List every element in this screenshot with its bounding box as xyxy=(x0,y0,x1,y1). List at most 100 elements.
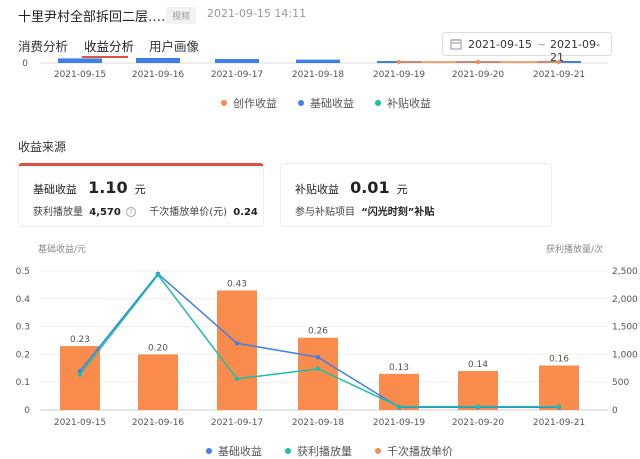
point-plays xyxy=(156,273,160,277)
legend-item-basic-revenue[interactable]: 基础收益 xyxy=(206,443,262,459)
help-icon[interactable]: ? xyxy=(126,207,136,217)
bar-rpm xyxy=(458,371,498,410)
x-tick-label: 2021-09-18 xyxy=(292,418,345,428)
point-basic-revenue xyxy=(316,355,320,359)
bar-rpm xyxy=(298,338,338,410)
basic-revenue-unit: 元 xyxy=(135,183,146,196)
tab-revenue[interactable]: 收益分析 xyxy=(84,36,134,55)
project-name: “闪光时刻”补贴 xyxy=(361,207,434,218)
publish-time: 2021-09-15 14:11 xyxy=(207,7,306,20)
content-type-tag: 视频 xyxy=(166,7,196,24)
subsidy-project-details: 参与补贴项目 “闪光时刻”补贴 xyxy=(295,203,434,218)
legend-item-plays[interactable]: 获利播放量 xyxy=(285,443,352,459)
revenue-breakdown-chart: 02021-09-152021-09-162021-09-172021-09-1… xyxy=(0,55,640,85)
x-tick-label: 2021-09-15 xyxy=(54,70,106,80)
data-label-rpm: 0.26 xyxy=(308,327,328,337)
subsidy-revenue-value: 0.01 xyxy=(350,178,389,197)
plays-value: 4,570 xyxy=(89,207,121,218)
basic-revenue-card[interactable]: 基础收益 1.10 元 获利播放量 4,570 ? 千次播放单价(元) 0.24 xyxy=(18,163,264,227)
legend-dot xyxy=(221,100,227,106)
data-label-rpm: 0.13 xyxy=(389,363,409,373)
y-right-tick-label: 500 xyxy=(612,378,629,388)
project-label: 参与补贴项目 xyxy=(295,207,355,218)
legend-label: 基础收益 xyxy=(310,97,354,110)
rpm-label: 千次播放单价(元) xyxy=(149,207,227,218)
legend-item-rpm[interactable]: 千次播放单价 xyxy=(375,443,453,459)
x-tick-label: 2021-09-15 xyxy=(54,418,106,428)
y-left-tick-label: 0.4 xyxy=(16,295,31,305)
point-plays xyxy=(397,404,401,408)
x-tick-label: 2021-09-21 xyxy=(533,418,585,428)
legend-label: 创作收益 xyxy=(233,97,277,110)
y-left-tick-label: 0.1 xyxy=(16,378,30,388)
legend-dot xyxy=(285,448,291,454)
subsidy-revenue-card[interactable]: 补贴收益 0.01 元 参与补贴项目 “闪光时刻”补贴 xyxy=(280,163,552,227)
right-axis-title: 获利播放量/次 xyxy=(546,242,603,255)
point-plays xyxy=(78,372,82,376)
point-creation xyxy=(476,60,480,64)
section-title: 收益来源 xyxy=(18,138,66,155)
legend-dot xyxy=(375,448,381,454)
legend-item-subsidy[interactable]: 补贴收益 xyxy=(375,95,431,111)
x-tick-label: 2021-09-17 xyxy=(211,70,263,80)
legend-label: 获利播放量 xyxy=(297,445,352,458)
bar-rpm xyxy=(217,290,257,410)
x-tick-label: 2021-09-17 xyxy=(211,418,263,428)
basic-revenue-chart: 0 0 0.1 500 0.2 1,000 0.3 1,500 0.4 2,000 0.5 2,500… xyxy=(0,258,640,433)
point-creation xyxy=(397,60,401,64)
legend-label: 千次播放单价 xyxy=(387,445,453,458)
point-basic-revenue xyxy=(235,341,239,345)
y-left-tick-label: 0.3 xyxy=(16,323,30,333)
point-creation xyxy=(557,60,561,64)
page-title: 十里尹村全部拆回二层……！ xyxy=(18,6,187,25)
point-plays xyxy=(235,377,239,381)
point-plays xyxy=(316,367,320,371)
basic-revenue-details: 获利播放量 4,570 ? 千次播放单价(元) 0.24 xyxy=(33,203,258,218)
legend-item-creation[interactable]: 创作收益 xyxy=(221,95,277,111)
tab-consumption[interactable]: 消费分析 xyxy=(18,36,68,55)
x-tick-label: 2021-09-16 xyxy=(132,418,185,428)
x-tick-label: 2021-09-19 xyxy=(373,418,426,428)
x-tick-label: 2021-09-16 xyxy=(132,70,185,80)
y-left-tick-label: 0.2 xyxy=(16,350,30,360)
data-label-rpm: 0.14 xyxy=(468,360,488,370)
x-tick-label: 2021-09-19 xyxy=(373,70,426,80)
date-start[interactable]: 2021-09-15 xyxy=(468,38,532,51)
date-range-picker[interactable]: 2021-09-15 ~ 2021-09-21 xyxy=(442,32,612,56)
subsidy-revenue-label: 补贴收益 xyxy=(295,183,339,196)
bar-rpm xyxy=(138,354,178,410)
y-left-tick-label: 0.5 xyxy=(16,267,30,277)
bar-basic xyxy=(58,58,102,63)
tab-user-profile[interactable]: 用户画像 xyxy=(149,36,199,55)
legend-dot xyxy=(298,100,304,106)
x-tick-label: 2021-09-18 xyxy=(292,70,345,80)
y-right-tick-label: 2,000 xyxy=(612,295,638,305)
x-tick-label: 2021-09-20 xyxy=(452,70,505,80)
y-right-tick-label: 1,000 xyxy=(612,350,638,360)
bar-rpm xyxy=(539,366,579,410)
basic-revenue-label: 基础收益 xyxy=(33,183,77,196)
basic-revenue-row: 基础收益 1.10 元 xyxy=(33,178,146,197)
basic-revenue-value: 1.10 xyxy=(88,178,127,197)
left-axis-title: 基础收益/元 xyxy=(38,242,86,255)
y-right-tick-label: 2,500 xyxy=(612,267,638,277)
bar-basic xyxy=(136,58,180,63)
x-tick-label: 2021-09-20 xyxy=(452,418,505,428)
x-tick-label: 2021-09-21 xyxy=(533,70,585,80)
legend-dot xyxy=(375,100,381,106)
data-label-rpm: 0.16 xyxy=(549,355,569,365)
calendar-icon xyxy=(450,38,462,50)
legend-label: 基础收益 xyxy=(218,445,262,458)
data-label-rpm: 0.43 xyxy=(227,279,247,289)
plays-label: 获利播放量 xyxy=(33,207,83,218)
data-label-rpm: 0.20 xyxy=(148,343,168,353)
subsidy-revenue-row: 补贴收益 0.01 元 xyxy=(295,178,408,197)
y-right-tick-label: 1,500 xyxy=(612,323,638,333)
legend-dot xyxy=(206,448,212,454)
subsidy-revenue-unit: 元 xyxy=(397,183,408,196)
legend-item-basic[interactable]: 基础收益 xyxy=(298,95,354,111)
y-right-tick-label: 0 xyxy=(612,406,618,416)
data-label-rpm: 0.23 xyxy=(70,335,90,345)
date-separator: ~ xyxy=(537,38,546,51)
y-left-tick-label: 0 xyxy=(24,406,30,416)
